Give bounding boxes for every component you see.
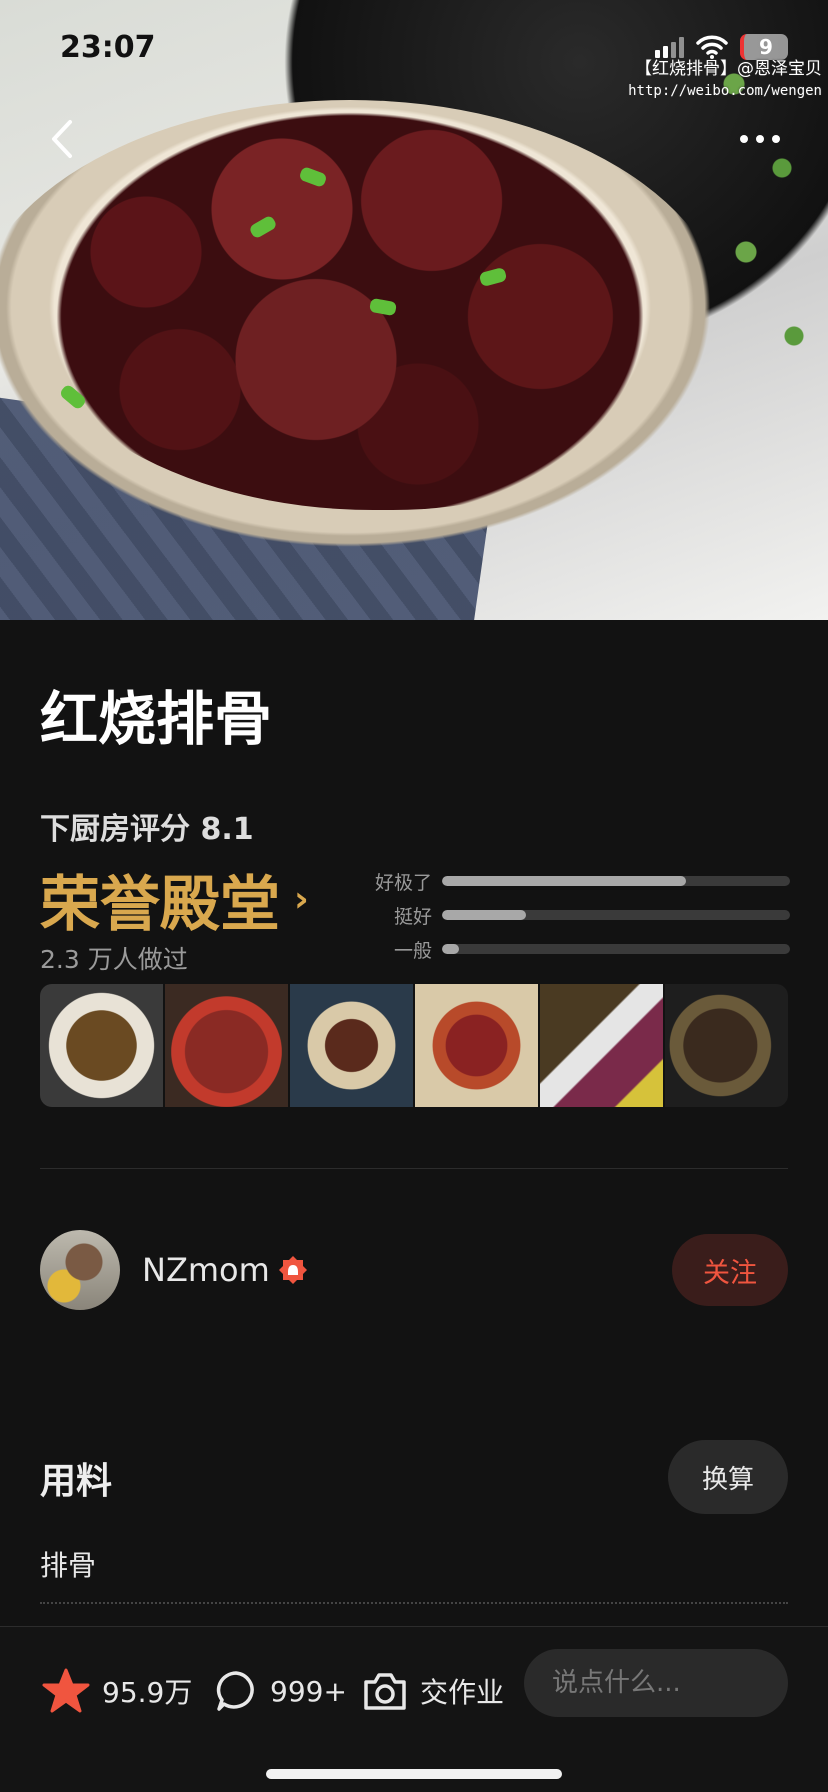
rating-score: 下厨房评分 8.1 — [40, 812, 254, 847]
rating-label: 挺好 — [393, 905, 432, 928]
rating-row: 一般 — [360, 932, 790, 966]
chevron-right-icon: › — [294, 879, 309, 920]
author-row: NZmom 关注 — [40, 1228, 788, 1312]
home-indicator — [266, 1769, 562, 1779]
comment-input[interactable] — [524, 1649, 788, 1717]
rating-bar — [442, 944, 790, 954]
author-name[interactable]: NZmom — [142, 1251, 270, 1289]
rating-bar — [442, 876, 790, 886]
watermark-url: http://weibo.com/wengen — [628, 83, 822, 99]
comment-bubble-icon — [216, 1671, 254, 1711]
ingredient-name: 排骨 — [40, 1549, 97, 1582]
rating-row: 好极了 — [360, 864, 790, 898]
favorite-button[interactable]: 95.9万 — [42, 1667, 192, 1715]
user-photo[interactable] — [415, 984, 538, 1107]
convert-button[interactable]: 换算 — [668, 1440, 788, 1514]
wifi-icon — [696, 35, 728, 59]
user-photo[interactable] — [665, 984, 788, 1107]
user-photo[interactable] — [40, 984, 163, 1107]
dot-icon — [756, 135, 764, 143]
homework-label: 交作业 — [420, 1676, 505, 1709]
chevron-left-icon — [52, 120, 72, 158]
more-options-button[interactable] — [740, 128, 790, 150]
watermark-title: 【红烧排骨】@恩泽宝贝 — [635, 59, 822, 79]
camera-icon — [364, 1673, 406, 1710]
honor-hall-link[interactable]: 荣誉殿堂 › — [40, 856, 309, 943]
back-button[interactable] — [44, 116, 84, 162]
image-watermark: 【红烧排骨】@恩泽宝贝 http://weibo.com/wengen — [628, 58, 822, 102]
rating-distribution: 好极了 挺好 一般 — [360, 864, 790, 966]
ingredients-title: 用料 — [40, 1461, 113, 1502]
follow-button[interactable]: 关注 — [672, 1234, 788, 1306]
rating-label: 好极了 — [374, 871, 432, 894]
rating-bar-fill — [442, 944, 460, 954]
recipe-title: 红烧排骨 — [40, 685, 273, 753]
user-photo[interactable] — [165, 984, 288, 1107]
made-count: 2.3 万人做过 — [40, 945, 188, 974]
submit-homework-button[interactable]: 交作业 — [362, 1667, 504, 1715]
bottom-action-bar: 95.9万 999+ 交作业 — [0, 1626, 828, 1792]
divider — [40, 1168, 788, 1169]
honor-label: 荣誉殿堂 — [40, 870, 280, 940]
rating-bar-fill — [442, 876, 686, 886]
rating-bar-fill — [442, 910, 526, 920]
avatar[interactable] — [40, 1230, 120, 1310]
user-photo[interactable] — [290, 984, 413, 1107]
status-icons: 9 — [655, 34, 788, 60]
favorite-count: 95.9万 — [102, 1676, 193, 1709]
rating-row: 挺好 — [360, 898, 790, 932]
battery-indicator: 9 — [740, 34, 788, 60]
rating-label: 一般 — [393, 939, 432, 962]
user-photo[interactable] — [540, 984, 663, 1107]
signal-icon — [655, 36, 684, 58]
user-photos-strip — [40, 984, 788, 1107]
dotted-divider — [40, 1602, 788, 1604]
dot-icon — [740, 135, 748, 143]
chef-badge-icon — [278, 1256, 307, 1284]
comment-count: 999+ — [270, 1674, 347, 1708]
star-icon — [42, 1668, 90, 1713]
status-time: 23:07 — [60, 30, 156, 65]
comment-button[interactable]: 999+ — [214, 1667, 347, 1715]
rating-bar — [442, 910, 790, 920]
dot-icon — [772, 135, 780, 143]
